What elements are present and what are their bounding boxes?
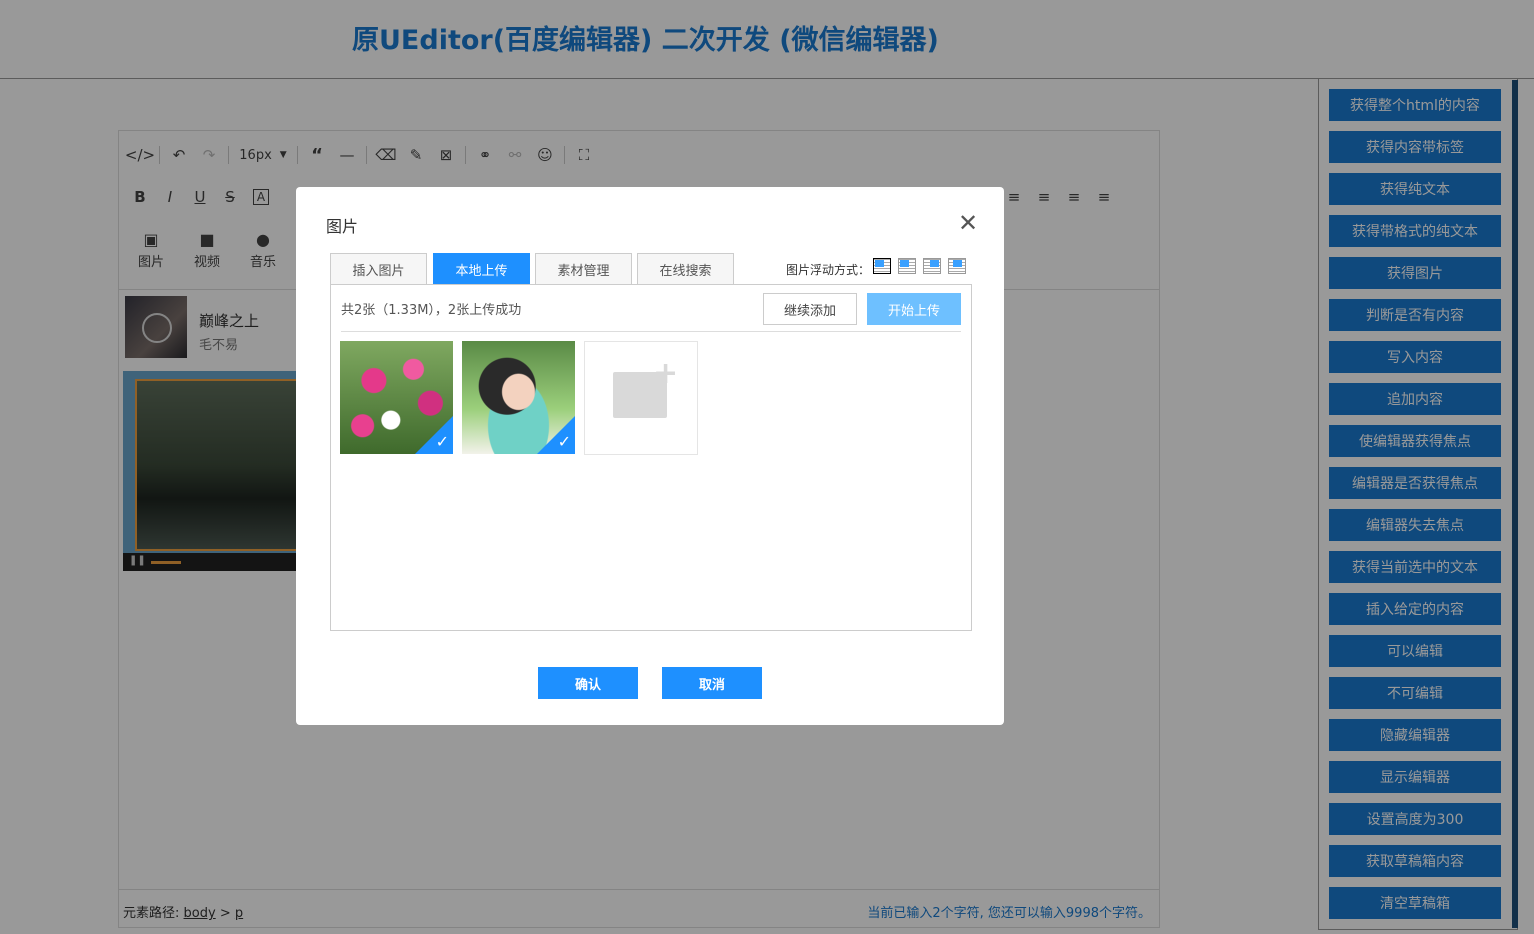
- float-left-icon[interactable]: [898, 258, 916, 274]
- float-right-icon[interactable]: [923, 258, 941, 274]
- tab-online-search[interactable]: 在线搜索: [637, 253, 734, 284]
- close-icon[interactable]: ✕: [956, 211, 980, 235]
- upload-panel: 共2张（1.33M），2张上传成功 继续添加 开始上传 ✓ ✓ +: [330, 284, 972, 631]
- cancel-button[interactable]: 取消: [662, 667, 762, 699]
- float-none-icon[interactable]: [873, 258, 891, 274]
- tab-material-manage[interactable]: 素材管理: [535, 253, 632, 284]
- tab-local-upload[interactable]: 本地上传: [433, 253, 530, 284]
- uploaded-image-thumbnail[interactable]: ✓: [462, 341, 575, 454]
- plus-icon: +: [653, 356, 679, 391]
- float-center-icon[interactable]: [948, 258, 966, 274]
- start-upload-button[interactable]: 开始上传: [867, 293, 961, 325]
- float-mode-label: 图片浮动方式：: [786, 263, 871, 277]
- confirm-button[interactable]: 确认: [538, 667, 638, 699]
- add-image-slot[interactable]: +: [584, 341, 698, 455]
- uploaded-image-thumbnail[interactable]: ✓: [340, 341, 453, 454]
- dialog-title: 图片: [326, 217, 359, 236]
- image-dialog: 图片 ✕ 插入图片 本地上传 素材管理 在线搜索 图片浮动方式： 共2张（1.3…: [296, 187, 1004, 725]
- panel-divider: [341, 331, 961, 332]
- tab-insert-image[interactable]: 插入图片: [330, 253, 427, 284]
- checkmark-icon: ✓: [435, 432, 449, 451]
- checkmark-icon: ✓: [557, 432, 571, 451]
- continue-add-button[interactable]: 继续添加: [763, 293, 857, 325]
- upload-info: 共2张（1.33M），2张上传成功: [341, 303, 522, 318]
